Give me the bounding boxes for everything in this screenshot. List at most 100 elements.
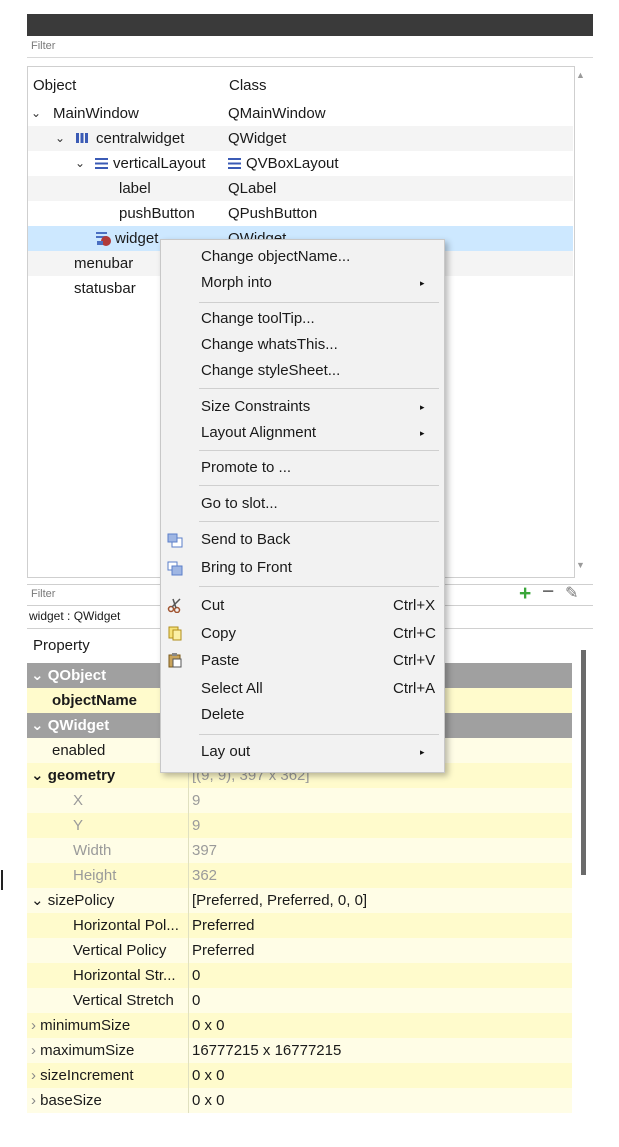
property-value[interactable]: 0	[192, 988, 200, 1013]
shortcut-copy: Ctrl+C	[393, 625, 436, 642]
property-value[interactable]: 0 x 0	[192, 1013, 225, 1038]
tree-row-label[interactable]: label QLabel	[28, 176, 573, 201]
property-name: baseSize	[40, 1092, 102, 1109]
tree-row-class: QWidget	[228, 130, 287, 147]
add-property-icon[interactable]: +	[519, 583, 531, 604]
chevron-down-icon[interactable]: ⌄	[31, 767, 44, 784]
property-row-minimumsize[interactable]: › minimumSize 0 x 0	[27, 1013, 572, 1038]
menu-item-cut[interactable]: Cut	[201, 597, 224, 614]
property-value[interactable]: Preferred	[192, 938, 255, 963]
tree-row-class: QPushButton	[228, 205, 318, 222]
tree-row-verticallayout[interactable]: ⌄ verticalLayout QVBoxLayout	[28, 151, 573, 176]
property-row-sizepolicy[interactable]: ⌄ sizePolicy [Preferred, Preferred, 0, 0…	[27, 888, 572, 913]
property-value[interactable]: 9	[192, 813, 200, 838]
shortcut-select-all: Ctrl+A	[393, 680, 436, 697]
property-value[interactable]: Preferred	[192, 913, 255, 938]
property-value[interactable]: 9	[192, 788, 200, 813]
property-value[interactable]: 0	[192, 963, 200, 988]
chevron-down-icon[interactable]: ⌄	[75, 151, 85, 176]
submenu-arrow-icon: ▸	[420, 747, 425, 757]
tree-row-name: menubar	[74, 255, 134, 272]
chevron-down-icon[interactable]: ⌄	[55, 126, 65, 151]
property-value[interactable]: 0 x 0	[192, 1063, 225, 1088]
property-header-label: Property	[33, 637, 90, 654]
menu-separator	[199, 450, 439, 451]
property-name: Y	[73, 817, 84, 834]
property-row-maximumsize[interactable]: › maximumSize 16777215 x 16777215	[27, 1038, 572, 1063]
vertical-layout-icon	[95, 151, 108, 176]
column-header-class[interactable]: Class	[229, 77, 267, 95]
menu-item-select-all[interactable]: Select All	[201, 680, 263, 697]
property-row-horizontal-policy[interactable]: Horizontal Pol... Preferred	[27, 913, 572, 938]
property-name: Vertical Stretch	[73, 992, 174, 1009]
chevron-down-icon[interactable]: ⌄	[31, 892, 44, 909]
property-value[interactable]: 16777215 x 16777215	[192, 1038, 341, 1063]
property-row-horizontal-stretch[interactable]: Horizontal Str... 0	[27, 963, 572, 988]
bring-to-front-icon	[167, 561, 183, 577]
tree-row-class: QVBoxLayout	[246, 155, 339, 172]
menu-item-change-stylesheet[interactable]: Change styleSheet...	[201, 362, 340, 379]
chevron-right-icon[interactable]: ›	[31, 1092, 36, 1109]
chevron-right-icon[interactable]: ›	[31, 1042, 36, 1059]
property-name: sizeIncrement	[40, 1067, 134, 1084]
menu-item-paste[interactable]: Paste	[201, 652, 239, 669]
tree-row-pushbutton[interactable]: pushButton QPushButton	[28, 201, 573, 226]
menu-item-delete[interactable]: Delete	[201, 706, 244, 723]
context-menu: Change objectName... Morph into ▸ Change…	[160, 239, 445, 773]
menu-item-go-to-slot[interactable]: Go to slot...	[201, 495, 278, 512]
tree-row-mainwindow[interactable]: ⌄ MainWindow QMainWindow	[28, 101, 573, 126]
configure-wrench-icon[interactable]: ✎	[565, 584, 578, 604]
menu-item-send-to-back[interactable]: Send to Back	[201, 531, 290, 548]
chevron-down-icon[interactable]: ⌄	[31, 101, 41, 126]
menu-item-layout-alignment[interactable]: Layout Alignment	[201, 424, 316, 441]
property-name: maximumSize	[40, 1042, 135, 1059]
tree-scroll-up-icon[interactable]: ▲	[576, 70, 585, 80]
tree-row-class: QMainWindow	[228, 105, 326, 122]
menu-separator	[199, 521, 439, 522]
menu-item-size-constraints[interactable]: Size Constraints	[201, 398, 310, 415]
tree-row-centralwidget[interactable]: ⌄ centralwidget QWidget	[28, 126, 573, 151]
menu-item-bring-to-front[interactable]: Bring to Front	[201, 559, 292, 576]
property-row-x[interactable]: X 9	[27, 788, 572, 813]
property-row-vertical-stretch[interactable]: Vertical Stretch 0	[27, 988, 572, 1013]
menu-item-change-objectname[interactable]: Change objectName...	[201, 248, 350, 265]
property-value[interactable]: 397	[192, 838, 217, 863]
property-row-y[interactable]: Y 9	[27, 813, 572, 838]
group-label: QObject	[47, 667, 107, 684]
property-value[interactable]: 362	[192, 863, 217, 888]
window-edge-marker	[1, 870, 3, 890]
property-row-height[interactable]: Height 362	[27, 863, 572, 888]
property-row-width[interactable]: Width 397	[27, 838, 572, 863]
property-row-basesize[interactable]: › baseSize 0 x 0	[27, 1088, 572, 1113]
submenu-arrow-icon: ▸	[420, 278, 425, 288]
menu-item-morph-into[interactable]: Morph into	[201, 274, 272, 291]
menu-item-change-whatsthis[interactable]: Change whatsThis...	[201, 336, 338, 353]
object-filter-field[interactable]: Filter	[27, 37, 593, 58]
object-filter-input[interactable]: Filter	[31, 40, 55, 52]
menu-item-lay-out[interactable]: Lay out	[201, 743, 250, 760]
menu-separator	[199, 485, 439, 486]
tree-row-name: MainWindow	[53, 105, 139, 122]
column-header-object[interactable]: Object	[33, 77, 76, 95]
column-divider	[188, 738, 189, 1113]
tree-row-name: statusbar	[74, 280, 136, 297]
remove-property-icon[interactable]: −	[542, 581, 554, 602]
chevron-right-icon[interactable]: ›	[31, 1067, 36, 1084]
property-row-vertical-policy[interactable]: Vertical Policy Preferred	[27, 938, 572, 963]
property-scrollbar[interactable]	[581, 650, 586, 875]
paste-icon	[167, 652, 183, 668]
property-value[interactable]: [Preferred, Preferred, 0, 0]	[192, 888, 367, 913]
menu-item-change-tooltip[interactable]: Change toolTip...	[201, 310, 315, 327]
property-row-sizeincrement[interactable]: › sizeIncrement 0 x 0	[27, 1063, 572, 1088]
tree-scroll-down-icon[interactable]: ▼	[576, 560, 585, 570]
chevron-right-icon[interactable]: ›	[31, 1017, 36, 1034]
property-value[interactable]: 0 x 0	[192, 1088, 225, 1113]
menu-item-promote-to[interactable]: Promote to ...	[201, 459, 291, 476]
menu-item-copy[interactable]: Copy	[201, 625, 236, 642]
tree-row-name: label	[119, 180, 151, 197]
property-filter-input[interactable]: Filter	[31, 588, 55, 600]
tree-row-name: verticalLayout	[113, 155, 206, 172]
menu-separator	[199, 586, 439, 587]
property-name: geometry	[47, 767, 116, 784]
vertical-layout-icon	[228, 151, 241, 176]
